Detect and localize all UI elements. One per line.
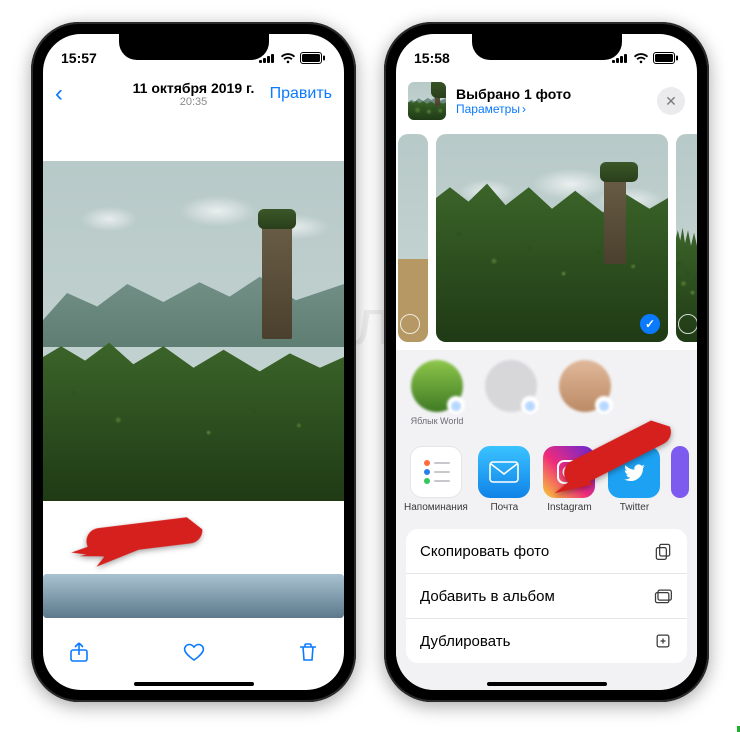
status-indicators xyxy=(612,52,679,64)
photo-content xyxy=(43,161,344,501)
chevron-right-icon: › xyxy=(522,102,526,116)
bottom-toolbar xyxy=(43,634,344,674)
wifi-icon xyxy=(633,52,649,64)
share-app-label: Напоминания xyxy=(404,502,468,513)
copy-icon xyxy=(653,541,673,561)
selection-circle[interactable] xyxy=(400,314,420,334)
airdrop-contact[interactable]: ◎ xyxy=(478,360,544,426)
close-icon: ✕ xyxy=(665,93,677,110)
airdrop-contact[interactable]: ◎ Яблык World xyxy=(404,360,470,426)
share-app-partial[interactable] xyxy=(671,446,689,513)
action-add-to-album[interactable]: Добавить в альбом xyxy=(406,573,687,618)
share-app-label: Instagram xyxy=(541,502,598,513)
apps-row: Напоминания Почта Instagram xyxy=(396,436,697,523)
battery-icon xyxy=(653,52,679,64)
home-indicator[interactable] xyxy=(487,682,607,686)
app-icon xyxy=(671,446,689,498)
preview-item[interactable] xyxy=(676,134,697,342)
action-label: Добавить в альбом xyxy=(420,588,555,605)
preview-item-selected[interactable] xyxy=(436,134,668,342)
share-button[interactable] xyxy=(67,640,91,669)
action-label: Дублировать xyxy=(420,633,510,650)
edit-button[interactable]: Править xyxy=(270,85,332,103)
home-indicator[interactable] xyxy=(134,682,254,686)
wifi-icon xyxy=(280,52,296,64)
twitter-icon xyxy=(608,446,660,498)
share-sheet-header: Выбрано 1 фото Параметры› ✕ xyxy=(396,72,697,130)
battery-icon xyxy=(300,52,326,64)
share-app-instagram[interactable]: Instagram xyxy=(541,446,598,513)
share-app-label: Twitter xyxy=(606,502,663,513)
selection-circle[interactable] xyxy=(678,314,697,334)
favorite-button[interactable] xyxy=(182,640,206,669)
phone-left: 15:57 ‹ 11 октября 2019 г. 20:35 Править xyxy=(31,22,356,702)
status-indicators xyxy=(259,52,326,64)
sheet-title: Выбрано 1 фото xyxy=(456,86,571,102)
photo-nav: ‹ 11 октября 2019 г. 20:35 Править xyxy=(43,72,344,116)
mail-icon xyxy=(478,446,530,498)
sheet-options-link[interactable]: Параметры› xyxy=(456,102,571,116)
thumbnail[interactable] xyxy=(43,574,344,618)
airdrop-contact[interactable]: ◎ xyxy=(552,360,618,426)
photo-viewport[interactable] xyxy=(43,116,344,546)
status-time: 15:58 xyxy=(414,50,450,66)
action-copy-photo[interactable]: Скопировать фото xyxy=(406,529,687,573)
reminders-icon xyxy=(410,446,462,498)
duplicate-icon xyxy=(653,631,673,651)
action-list: Скопировать фото Добавить в альбом Дубли… xyxy=(406,529,687,663)
airdrop-row: ◎ Яблык World ◎ ◎ xyxy=(396,350,697,436)
album-icon xyxy=(653,586,673,606)
share-app-label: Почта xyxy=(476,502,533,513)
preview-item[interactable] xyxy=(398,134,428,342)
selection-circle-checked[interactable] xyxy=(640,314,660,334)
phone-right: 15:58 Выбрано 1 фото Параметры› xyxy=(384,22,709,702)
airdrop-contact-label: Яблык World xyxy=(404,416,470,426)
share-previews[interactable] xyxy=(396,130,697,350)
share-app-reminders[interactable]: Напоминания xyxy=(404,446,468,513)
close-button[interactable]: ✕ xyxy=(657,87,685,115)
delete-button[interactable] xyxy=(296,640,320,669)
header-thumbnail xyxy=(408,82,446,120)
thumbnail-strip[interactable] xyxy=(43,574,344,618)
share-app-twitter[interactable]: Twitter xyxy=(606,446,663,513)
status-time: 15:57 xyxy=(61,50,97,66)
share-app-mail[interactable]: Почта xyxy=(476,446,533,513)
action-duplicate[interactable]: Дублировать xyxy=(406,618,687,663)
instagram-icon xyxy=(543,446,595,498)
back-button[interactable]: ‹ xyxy=(55,82,63,106)
action-label: Скопировать фото xyxy=(420,543,549,560)
